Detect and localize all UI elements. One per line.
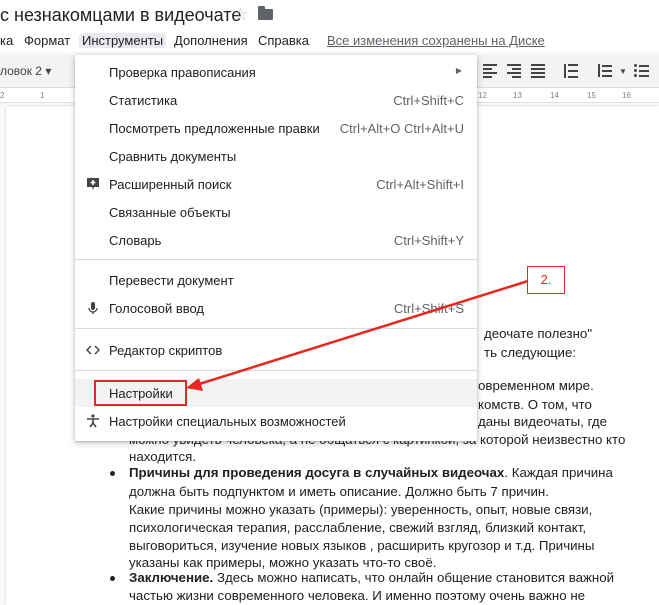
annotation-arrow (186, 279, 529, 391)
annotation-label: 2. (527, 266, 565, 294)
